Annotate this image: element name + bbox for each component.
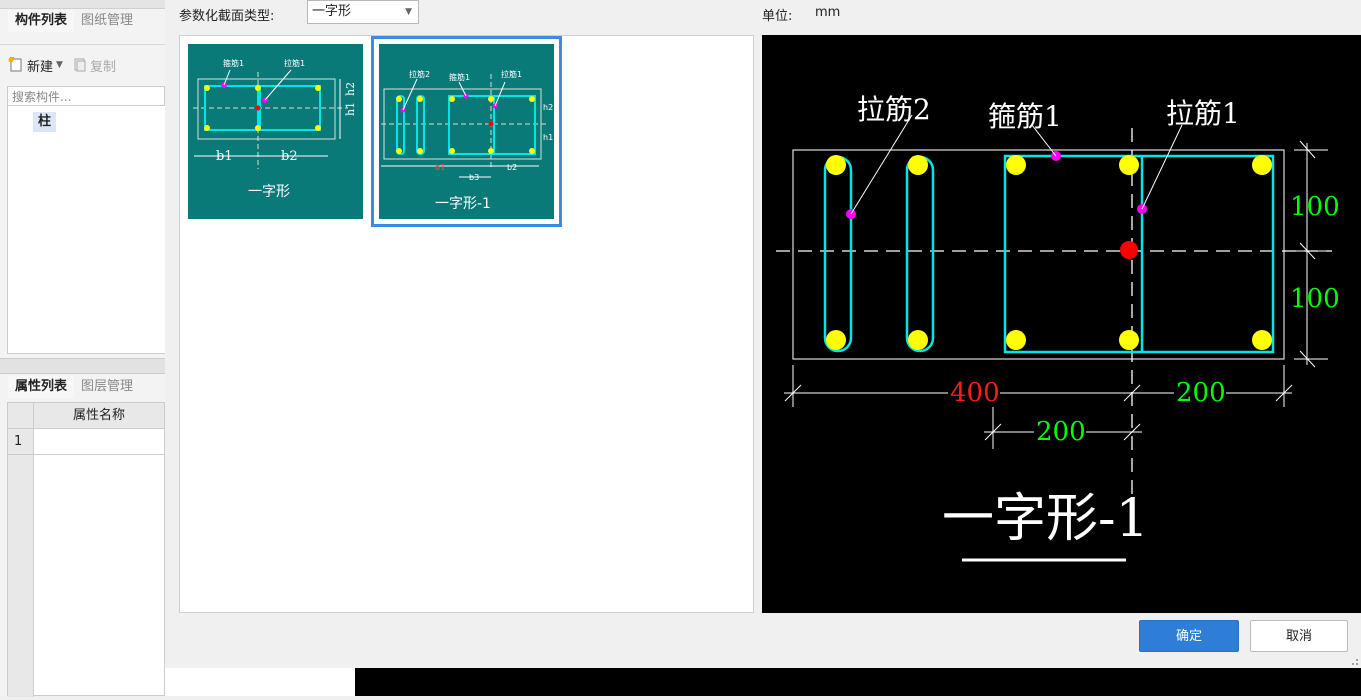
component-tabs: 构件列表 图纸管理 xyxy=(8,8,140,32)
section-type-select[interactable]: 一字形 ▼ xyxy=(307,0,419,24)
preview-dim-b-total: 400 xyxy=(950,378,1000,408)
resize-grip-icon[interactable] xyxy=(1349,656,1359,666)
cancel-button[interactable]: 取消 xyxy=(1250,620,1348,652)
unit-label: 单位: xyxy=(762,9,793,24)
section-preview: 拉筋2 箍筋1 拉筋1 100 100 400 200 200 一字形-1 xyxy=(762,35,1361,613)
thumbnail-drawing: 箍筋1 拉筋1 b1 b2 h1 h2 一字形 xyxy=(188,44,363,219)
preview-dim-b-inner: 200 xyxy=(1036,417,1086,447)
chevron-down-icon[interactable]: ▼ xyxy=(56,60,63,70)
drawing-canvas[interactable] xyxy=(355,667,1361,696)
component-tree: 柱 xyxy=(7,106,167,354)
thumb-dim-h2: h2 xyxy=(543,103,553,112)
component-toolbar: 新建 ▼ 复制 xyxy=(0,52,116,78)
thumbnail-drawing: 拉筋2 箍筋1 拉筋1 b1 b3 b2 h2 h1 一字形-1 xyxy=(379,44,554,219)
tree-item-column[interactable]: 柱 xyxy=(33,112,57,132)
row-header-column xyxy=(8,455,34,697)
preview-tie2-label: 拉筋2 xyxy=(857,93,931,126)
ok-button[interactable]: 确定 xyxy=(1139,620,1239,652)
table-row[interactable] xyxy=(34,429,164,455)
thumb-dim-b1: b1 xyxy=(216,149,233,164)
thumb-dim-b2: b2 xyxy=(281,149,298,164)
search-input[interactable]: 搜索构件... xyxy=(7,86,165,106)
copy-icon xyxy=(74,58,86,72)
new-button[interactable]: 新建 ▼ xyxy=(8,56,63,75)
new-file-icon xyxy=(8,57,22,72)
thumb-dim-b1: b1 xyxy=(435,163,445,172)
tab-layer-management[interactable]: 图层管理 xyxy=(74,376,140,398)
thumb-dim-h1: h1 xyxy=(543,133,553,142)
copy-button[interactable]: 复制 xyxy=(73,56,116,75)
thumb-dim-b3: b3 xyxy=(469,173,479,182)
property-table: 属性名称 1 xyxy=(7,402,165,697)
row-index: 1 xyxy=(8,429,34,455)
section-thumbnail-yizixing[interactable]: 箍筋1 拉筋1 b1 b2 h1 h2 一字形 xyxy=(180,36,371,227)
parametric-section-dialog: 参数化截面类型: 一字形 ▼ 单位: mm 箍筋1 拉筋1 b1 b2 h1 h… xyxy=(165,0,1361,668)
chevron-down-icon: ▼ xyxy=(405,7,412,17)
thumb-dim-h2: h2 xyxy=(344,82,357,96)
property-tabs: 属性列表 图层管理 xyxy=(8,374,140,398)
column-header-property-name: 属性名称 xyxy=(34,403,164,429)
thumb-caption: 一字形 xyxy=(248,184,290,200)
axis-icon xyxy=(416,667,426,696)
underlying-panel xyxy=(165,668,355,696)
copy-button-label: 复制 xyxy=(89,59,116,75)
unit-value: mm xyxy=(815,5,841,20)
search-placeholder: 搜索构件... xyxy=(12,90,72,104)
table-corner xyxy=(8,403,34,429)
tab-component-list[interactable]: 构件列表 xyxy=(8,10,75,32)
thumb-stirrup-label: 箍筋1 xyxy=(223,58,244,68)
section-thumbnail-yizixing-1[interactable]: 拉筋2 箍筋1 拉筋1 b1 b3 b2 h2 h1 一字形-1 xyxy=(371,36,562,227)
tab-property-list[interactable]: 属性列表 xyxy=(8,376,75,398)
section-type-label: 参数化截面类型: xyxy=(179,9,275,24)
preview-caption: 一字形-1 xyxy=(942,489,1149,549)
section-preview-drawing: 拉筋2 箍筋1 拉筋1 100 100 400 200 200 一字形-1 xyxy=(776,93,1340,562)
preview-dim-h-bottom: 100 xyxy=(1290,284,1340,314)
thumb-caption: 一字形-1 xyxy=(435,196,491,212)
preview-dim-b-right: 200 xyxy=(1176,378,1226,408)
component-panel: 构件列表 图纸管理 新建 ▼ 复制 搜索构件... 柱 属性列表 图层管理 属性… xyxy=(0,0,167,697)
section-type-value: 一字形 xyxy=(312,4,352,19)
thumb-tie-label: 拉筋1 xyxy=(284,58,305,68)
thumb-tie-label: 拉筋1 xyxy=(501,69,522,79)
new-button-label: 新建 xyxy=(27,59,54,75)
thumb-stirrup-label: 箍筋1 xyxy=(449,72,470,82)
panel-splitter[interactable] xyxy=(0,358,165,374)
thumb-tie2-label: 拉筋2 xyxy=(409,69,430,79)
thumb-dim-h1: h1 xyxy=(344,102,357,116)
preview-dim-h-top: 100 xyxy=(1290,192,1340,222)
preview-tie-label: 拉筋1 xyxy=(1166,97,1240,130)
thumb-dim-b2: b2 xyxy=(507,163,517,172)
preview-stirrup-label: 箍筋1 xyxy=(988,100,1062,133)
divider xyxy=(0,44,165,45)
tab-drawing-management[interactable]: 图纸管理 xyxy=(74,10,140,32)
section-gallery: 箍筋1 拉筋1 b1 b2 h1 h2 一字形 拉筋2 箍筋1 拉筋1 b1 b… xyxy=(179,35,754,613)
